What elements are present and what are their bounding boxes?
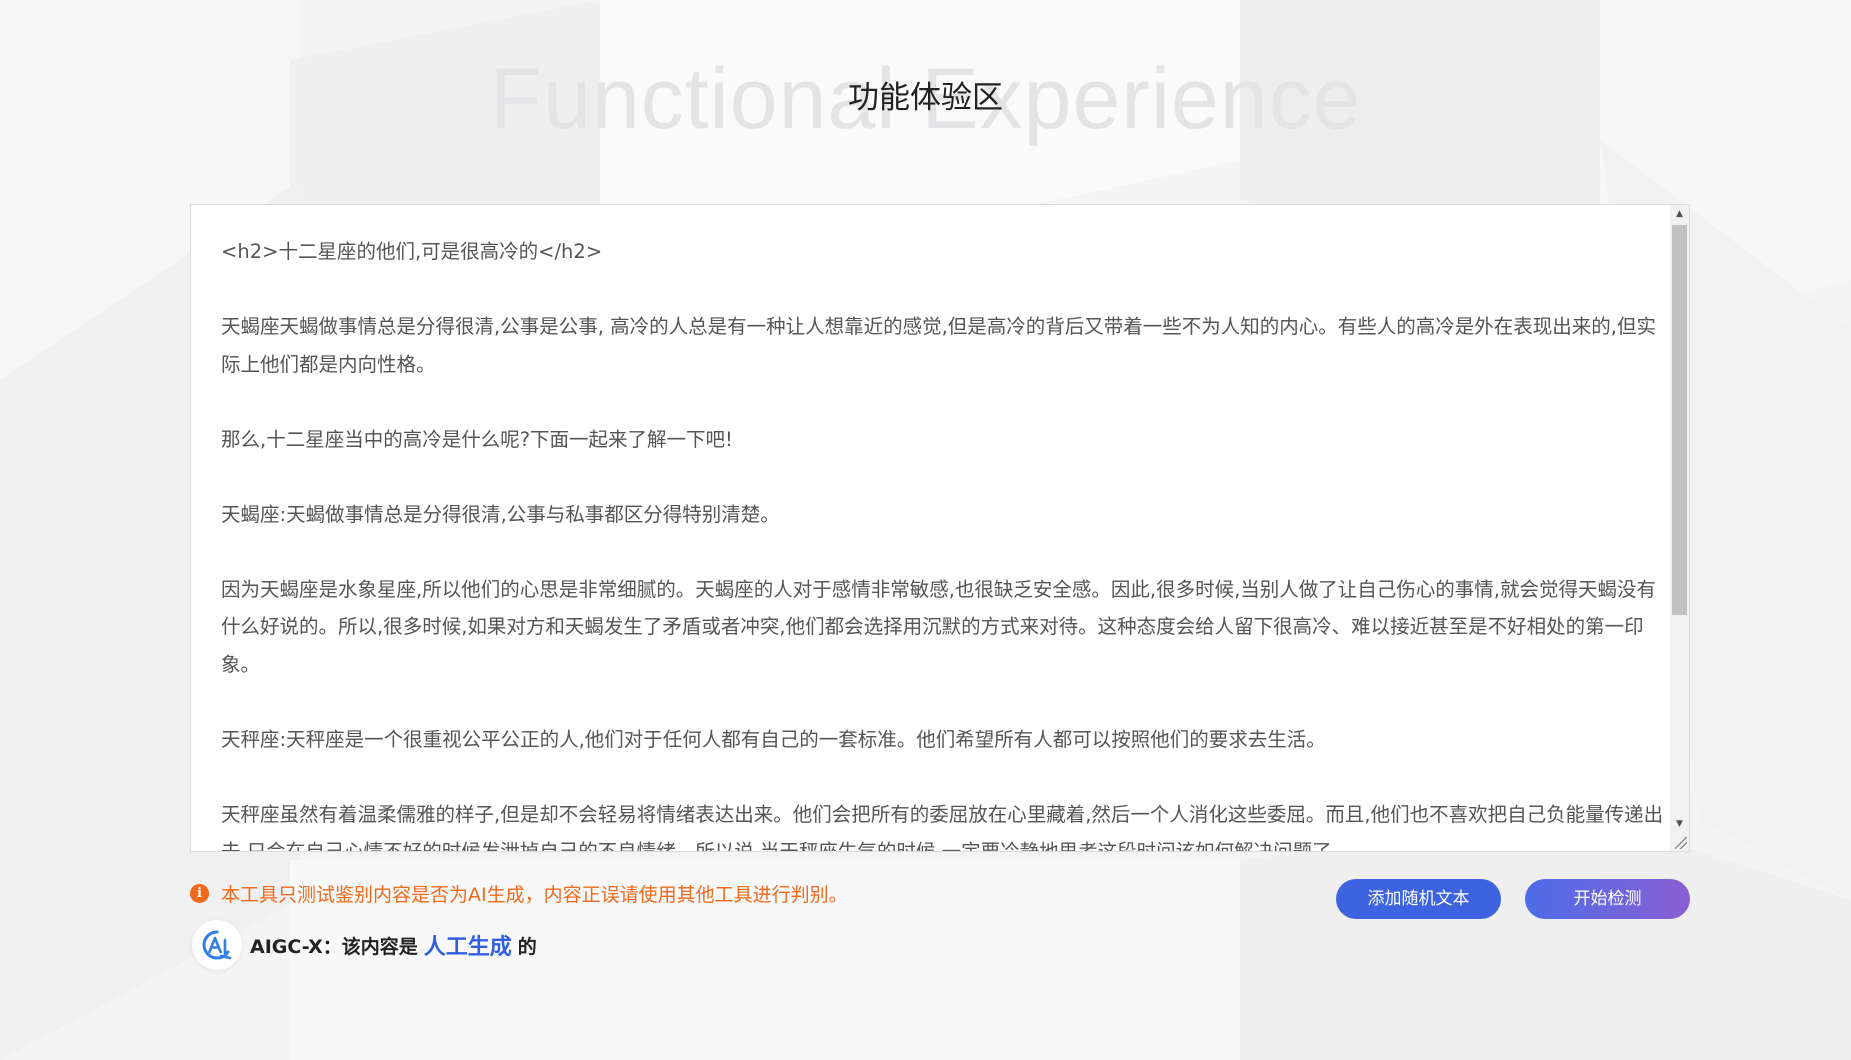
paragraph: 那么,十二星座当中的高冷是什么呢?下面一起来了解一下吧! [221,427,733,451]
detection-result: AIGC-X：该内容是 人工生成 的 [192,920,537,970]
info-icon: i [190,884,209,903]
section-title: 功能体验区 [848,80,1003,116]
paragraph: 天蝎座:天蝎做事情总是分得很清,公事与私事都区分得特别清楚。 [221,502,780,526]
resize-grip-icon[interactable] [1675,837,1687,849]
paragraph: 天秤座虽然有着温柔儒雅的样子,但是却不会轻易将情绪表达出来。他们会把所有的委屈放… [221,802,1664,852]
start-detection-button[interactable]: 开始检测 [1525,879,1690,919]
disclaimer-text: 本工具只测试鉴别内容是否为AI生成，内容正误请使用其他工具进行判别。 [221,884,848,906]
scroll-up-arrow-icon[interactable]: ▲ [1670,205,1689,223]
text-input-area[interactable]: <h2>十二星座的他们,可是很高冷的</h2> 天蝎座天蝎做事情总是分得很清,公… [190,204,1690,852]
aigc-logo-icon [192,920,242,970]
result-verdict: 人工生成 [423,935,512,960]
result-suffix: 的 [517,935,537,958]
add-random-text-button[interactable]: 添加随机文本 [1336,879,1501,919]
paragraph: 天秤座:天秤座是一个很重视公平公正的人,他们对于任何人都有自己的一套标准。他们希… [221,727,1326,751]
scrollbar-thumb[interactable] [1672,225,1687,615]
paragraph: <h2>十二星座的他们,可是很高冷的</h2> [221,240,603,263]
disclaimer-notice: i 本工具只测试鉴别内容是否为AI生成，内容正误请使用其他工具进行判别。 [190,880,848,907]
text-content[interactable]: <h2>十二星座的他们,可是很高冷的</h2> 天蝎座天蝎做事情总是分得很清,公… [221,233,1666,852]
paragraph: 天蝎座天蝎做事情总是分得很清,公事是公事, 高冷的人总是有一种让人想靠近的感觉,… [221,315,1656,376]
scroll-down-arrow-icon[interactable]: ▼ [1670,815,1689,833]
result-prefix: AIGC-X：该内容是 [250,935,418,958]
paragraph: 因为天蝎座是水象星座,所以他们的心思是非常细腻的。天蝎座的人对于感情非常敏感,也… [221,577,1656,676]
vertical-scrollbar[interactable]: ▲ ▼ [1670,205,1689,851]
